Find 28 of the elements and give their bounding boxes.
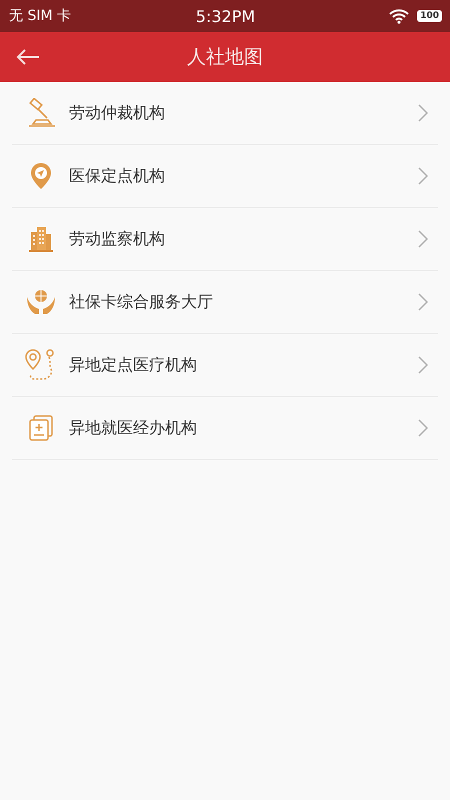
chevron-right-icon xyxy=(418,167,428,185)
chevron-right-icon xyxy=(418,356,428,374)
page-title: 人社地图 xyxy=(187,45,263,70)
clock-time: 5:32PM xyxy=(196,6,256,26)
item-label: 异地定点医疗机构 xyxy=(69,354,198,376)
menu-item[interactable]: 社保卡综合服务大厅 xyxy=(12,271,438,334)
chevron-right-icon xyxy=(418,104,428,122)
item-label: 医保定点机构 xyxy=(69,166,166,186)
carrier-text: 无 SIM 卡 xyxy=(9,7,72,25)
item-label: 劳动仲裁机构 xyxy=(69,102,166,124)
menu-item[interactable]: 劳动仲裁机构 xyxy=(12,82,438,145)
back-icon[interactable] xyxy=(16,48,40,66)
hands-globe-icon xyxy=(26,289,56,315)
building-icon xyxy=(28,226,52,252)
chevron-right-icon xyxy=(418,419,428,437)
menu-item[interactable]: 异地就医经办机构 xyxy=(12,397,438,460)
menu-item[interactable]: 劳动监察机构 xyxy=(12,208,438,271)
item-label: 异地就医经办机构 xyxy=(69,418,198,438)
menu-item[interactable]: 异地定点医疗机构 xyxy=(12,334,438,397)
menu-item[interactable]: 医保定点机构 xyxy=(12,145,438,208)
medical-card-icon xyxy=(28,415,52,441)
location-pin-icon xyxy=(30,162,52,190)
battery-level: 100 xyxy=(417,10,442,22)
chevron-right-icon xyxy=(418,230,428,248)
wifi-icon xyxy=(389,8,410,24)
item-label: 劳动监察机构 xyxy=(69,228,166,250)
item-label: 社保卡综合服务大厅 xyxy=(69,292,214,312)
chevron-right-icon xyxy=(418,293,428,311)
